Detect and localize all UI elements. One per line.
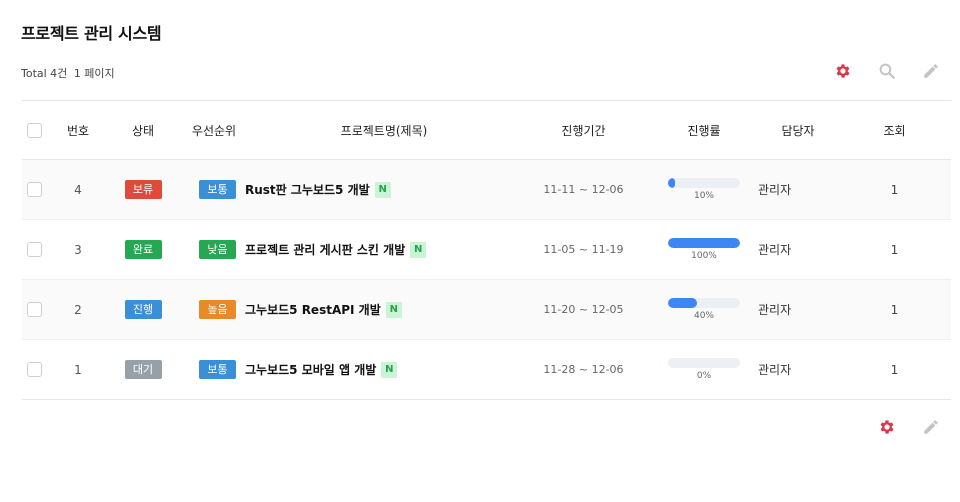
status-badge: 완료 (124, 240, 162, 259)
write-button[interactable] (922, 418, 940, 436)
search-icon (879, 63, 895, 79)
progress-cell: 100% (650, 219, 758, 280)
write-button[interactable] (922, 62, 940, 80)
row-checkbox-cell (22, 339, 47, 400)
pencil-icon (924, 64, 938, 78)
header-views[interactable]: 조회 (838, 100, 951, 160)
progress-label: 0% (696, 371, 712, 381)
table-row[interactable]: 2 진행 높음 그누보드5 RestAPI 개발 N 11-20 ~ 12-05 4… (22, 279, 951, 340)
status-cell: 완료 (109, 219, 177, 280)
title-cell: 높음 그누보드5 RestAPI 개발 N (177, 279, 517, 340)
view-count: 1 (838, 279, 951, 340)
progress-bar: 10% (668, 178, 740, 201)
row-checkbox-cell (22, 159, 47, 220)
top-toolbar (834, 62, 940, 80)
period: 11-11 ~ 12-06 (517, 159, 650, 220)
manager-name: 관리자 (758, 159, 838, 220)
period: 11-20 ~ 12-05 (517, 279, 650, 340)
progress-cell: 10% (650, 159, 758, 220)
new-badge: N (410, 241, 427, 258)
page-title: 프로젝트 관리 시스템 (21, 24, 162, 43)
progress-bar: 0% (668, 358, 740, 381)
title-cell: 낮음 프로젝트 관리 게시판 스킨 개발 N (177, 219, 517, 280)
progress-fill (668, 178, 676, 188)
priority-badge: 보통 (199, 360, 236, 379)
view-count: 1 (838, 159, 951, 220)
row-checkbox-cell (22, 279, 47, 340)
bottom-toolbar (878, 418, 940, 436)
row-checkbox[interactable] (27, 302, 42, 317)
header-status[interactable]: 상태 (109, 100, 177, 160)
manager-name: 관리자 (758, 279, 838, 340)
row-num: 3 (47, 219, 109, 280)
header-period[interactable]: 진행기간 (517, 100, 650, 160)
progress-cell: 40% (650, 279, 758, 340)
total-count: Total 4건 (21, 67, 68, 80)
status-cell: 대기 (109, 339, 177, 400)
table-row[interactable]: 3 완료 낮음 프로젝트 관리 게시판 스킨 개발 N 11-05 ~ 11-19 … (22, 219, 951, 280)
post-title-link[interactable]: Rust판 그누보드5 개발 (245, 183, 370, 197)
pencil-icon (924, 420, 938, 434)
progress-cell: 0% (650, 339, 758, 400)
progress-track (668, 298, 740, 308)
new-badge: N (374, 181, 391, 198)
status-cell: 보류 (109, 159, 177, 220)
header-title[interactable]: 프로젝트명(제목) (251, 100, 517, 160)
page-count: 1 페이지 (73, 67, 115, 80)
manager-name: 관리자 (758, 219, 838, 280)
priority-badge: 보통 (199, 180, 236, 199)
progress-track (668, 358, 740, 368)
header-num[interactable]: 번호 (47, 100, 109, 160)
priority-badge: 높음 (199, 300, 236, 319)
title-cell: 보통 그누보드5 모바일 앱 개발 N (177, 339, 517, 400)
row-checkbox[interactable] (27, 242, 42, 257)
row-checkbox[interactable] (27, 362, 42, 377)
progress-fill (668, 238, 740, 248)
progress-fill (668, 298, 697, 308)
title-cell: 보통 Rust판 그누보드5 개발 N (177, 159, 517, 220)
status-badge: 대기 (124, 360, 162, 379)
row-num: 1 (47, 339, 109, 400)
row-checkbox[interactable] (27, 182, 42, 197)
progress-label: 40% (693, 311, 714, 321)
header-progress[interactable]: 진행률 (650, 100, 758, 160)
view-count: 1 (838, 339, 951, 400)
post-title-link[interactable]: 그누보드5 RestAPI 개발 (245, 303, 381, 317)
status-badge: 보류 (124, 180, 162, 199)
post-title-link[interactable]: 프로젝트 관리 게시판 스킨 개발 (245, 243, 405, 257)
table-row[interactable]: 4 보류 보통 Rust판 그누보드5 개발 N 11-11 ~ 12-06 10%… (22, 159, 951, 220)
table-row[interactable]: 1 대기 보통 그누보드5 모바일 앱 개발 N 11-28 ~ 12-06 0% … (22, 339, 951, 400)
settings-button[interactable] (834, 62, 852, 80)
table-header-row: 번호 상태 우선순위 프로젝트명(제목) 진행기간 진행률 담당자 조회 (22, 100, 951, 160)
progress-track (668, 238, 740, 248)
status-badge: 진행 (124, 300, 162, 319)
progress-label: 10% (693, 191, 714, 201)
progress-bar: 40% (668, 298, 740, 321)
row-num: 4 (47, 159, 109, 220)
view-count: 1 (838, 219, 951, 280)
progress-track (668, 178, 740, 188)
post-title-link[interactable]: 그누보드5 모바일 앱 개발 (245, 363, 376, 377)
gear-icon (836, 64, 850, 78)
period: 11-05 ~ 11-19 (517, 219, 650, 280)
period: 11-28 ~ 12-06 (517, 339, 650, 400)
project-table: 번호 상태 우선순위 프로젝트명(제목) 진행기간 진행률 담당자 조회 4 보… (22, 100, 951, 400)
header-priority[interactable]: 우선순위 (177, 100, 251, 160)
progress-bar: 100% (668, 238, 740, 261)
new-badge: N (381, 361, 398, 378)
new-badge: N (385, 301, 402, 318)
gear-icon (880, 420, 894, 434)
status-cell: 진행 (109, 279, 177, 340)
settings-button[interactable] (878, 418, 896, 436)
row-num: 2 (47, 279, 109, 340)
select-all-checkbox[interactable] (27, 122, 42, 138)
search-button[interactable] (878, 62, 896, 80)
total-info: Total 4건 1 페이지 (21, 65, 118, 81)
priority-badge: 낮음 (199, 240, 236, 259)
manager-name: 관리자 (758, 339, 838, 400)
header-manager[interactable]: 담당자 (758, 100, 838, 160)
progress-label: 100% (691, 251, 717, 261)
row-checkbox-cell (22, 219, 47, 280)
select-all-cell (22, 100, 47, 160)
